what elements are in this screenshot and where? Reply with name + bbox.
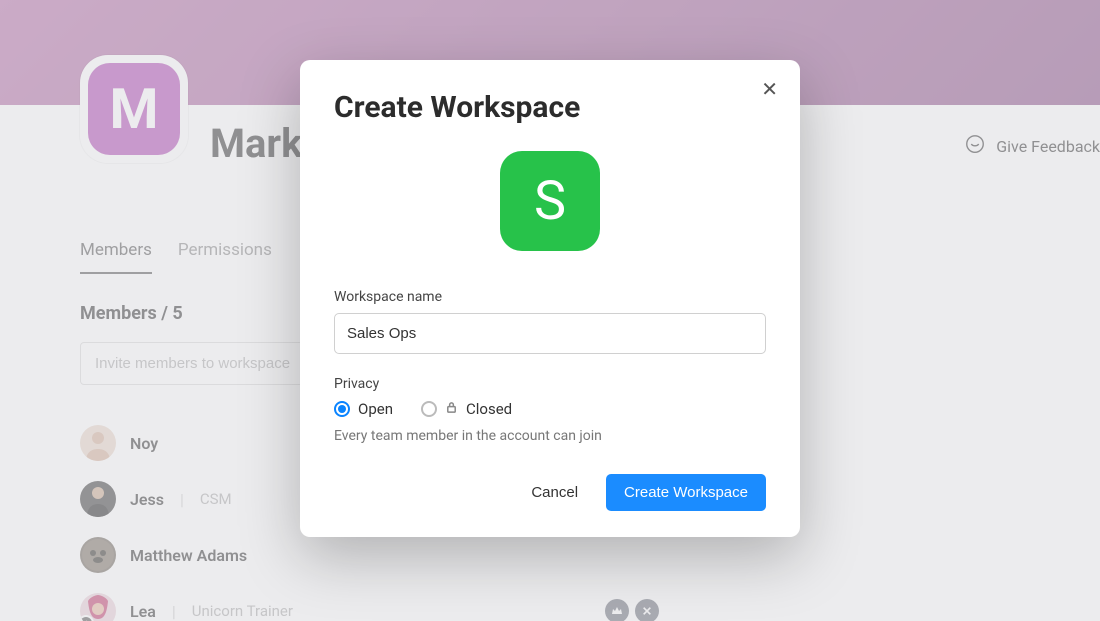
privacy-label: Privacy bbox=[334, 376, 766, 392]
radio-icon bbox=[334, 401, 350, 417]
privacy-option-open[interactable]: Open bbox=[334, 400, 393, 418]
modal-overlay[interactable]: ✕ Create Workspace S Workspace name Priv… bbox=[0, 0, 1100, 621]
radio-icon bbox=[421, 401, 437, 417]
workspace-name-label: Workspace name bbox=[334, 289, 766, 305]
close-icon[interactable]: ✕ bbox=[761, 80, 778, 100]
privacy-open-label: Open bbox=[358, 400, 393, 418]
new-workspace-icon[interactable]: S bbox=[500, 151, 600, 251]
cancel-button[interactable]: Cancel bbox=[513, 474, 596, 511]
create-workspace-button[interactable]: Create Workspace bbox=[606, 474, 766, 511]
workspace-name-input[interactable] bbox=[334, 313, 766, 354]
privacy-option-closed[interactable]: Closed bbox=[421, 400, 512, 418]
create-workspace-modal: ✕ Create Workspace S Workspace name Priv… bbox=[300, 60, 800, 537]
modal-title: Create Workspace bbox=[334, 90, 766, 125]
privacy-closed-label: Closed bbox=[466, 400, 512, 418]
privacy-description: Every team member in the account can joi… bbox=[334, 428, 766, 444]
lock-icon bbox=[445, 400, 458, 418]
